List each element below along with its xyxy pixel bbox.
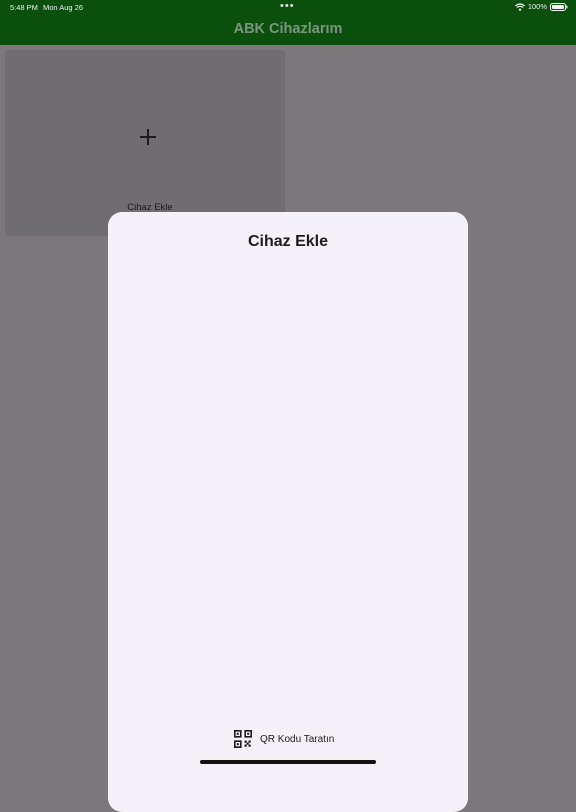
- plus-icon: [138, 127, 158, 147]
- battery-icon: [550, 2, 568, 11]
- wifi-icon: [514, 2, 525, 11]
- scan-qr-label: QR Kodu Taratın: [260, 733, 335, 745]
- multitasking-dots[interactable]: •••: [280, 0, 295, 12]
- add-device-sheet: Cihaz Ekle QR Kodu Taratın: [108, 212, 468, 812]
- add-device-tile[interactable]: Cihaz Ekle: [5, 50, 285, 236]
- status-indicators: 100%: [514, 2, 568, 11]
- home-indicator[interactable]: [200, 760, 376, 764]
- sheet-title: Cihaz Ekle: [247, 233, 329, 250]
- status-time: 5:48 PM: [10, 3, 38, 12]
- page-title: ABK Cihazlarım: [233, 21, 343, 37]
- app-header: 5:48 PM Mon Aug 26 ••• 100% ABK Cihazlar…: [0, 0, 576, 45]
- battery-percentage: 100%: [527, 2, 547, 11]
- qr-code-icon: [234, 730, 252, 748]
- scan-qr-button[interactable]: QR Kodu Taratın: [234, 727, 334, 751]
- status-date: Mon Aug 26: [43, 3, 84, 12]
